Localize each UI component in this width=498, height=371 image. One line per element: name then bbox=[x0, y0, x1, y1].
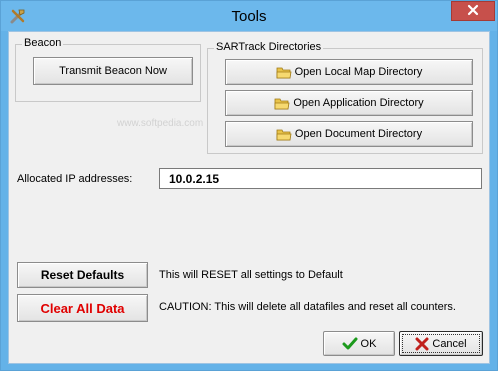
open-document-directory-label: Open Document Directory bbox=[294, 128, 423, 140]
x-icon bbox=[415, 337, 429, 351]
reset-description: This will RESET all settings to Default bbox=[159, 269, 343, 281]
folder-icon bbox=[274, 97, 290, 110]
transmit-beacon-button[interactable]: Transmit Beacon Now bbox=[33, 57, 193, 85]
softpedia-watermark: www.softpedia.com bbox=[117, 118, 204, 129]
tools-window: Tools Beacon Transmit Beacon Now www.sof… bbox=[0, 0, 498, 371]
ok-button[interactable]: OK bbox=[323, 331, 395, 356]
transmit-beacon-label: Transmit Beacon Now bbox=[59, 65, 167, 77]
folder-icon bbox=[276, 128, 292, 141]
ok-label: OK bbox=[360, 337, 377, 350]
open-local-map-directory-button[interactable]: Open Local Map Directory bbox=[225, 59, 473, 85]
reset-defaults-label: Reset Defaults bbox=[40, 268, 125, 282]
cancel-button[interactable]: Cancel bbox=[399, 331, 483, 356]
beacon-group-label: Beacon bbox=[22, 37, 64, 49]
directories-group-label: SARTrack Directories bbox=[214, 41, 324, 53]
close-icon bbox=[467, 4, 479, 19]
open-document-directory-button[interactable]: Open Document Directory bbox=[225, 121, 473, 147]
clear-all-data-button[interactable]: Clear All Data bbox=[17, 294, 148, 322]
check-icon bbox=[342, 337, 358, 351]
allocated-ip-label: Allocated IP addresses: bbox=[17, 173, 133, 185]
clear-description: CAUTION: This will delete all datafiles … bbox=[159, 301, 456, 313]
window-title: Tools bbox=[231, 8, 267, 25]
open-local-map-directory-label: Open Local Map Directory bbox=[294, 66, 423, 78]
title-bar[interactable]: Tools bbox=[1, 1, 497, 31]
reset-defaults-button[interactable]: Reset Defaults bbox=[17, 262, 148, 288]
open-application-directory-label: Open Application Directory bbox=[293, 97, 424, 109]
open-application-directory-button[interactable]: Open Application Directory bbox=[225, 90, 473, 116]
cancel-label: Cancel bbox=[432, 337, 467, 350]
folder-icon bbox=[276, 66, 292, 79]
allocated-ip-field[interactable]: 10.0.2.15 bbox=[159, 168, 482, 189]
dialog-body: Beacon Transmit Beacon Now www.softpedia… bbox=[8, 31, 490, 364]
clear-all-data-label: Clear All Data bbox=[40, 300, 125, 316]
close-button[interactable] bbox=[451, 1, 495, 21]
